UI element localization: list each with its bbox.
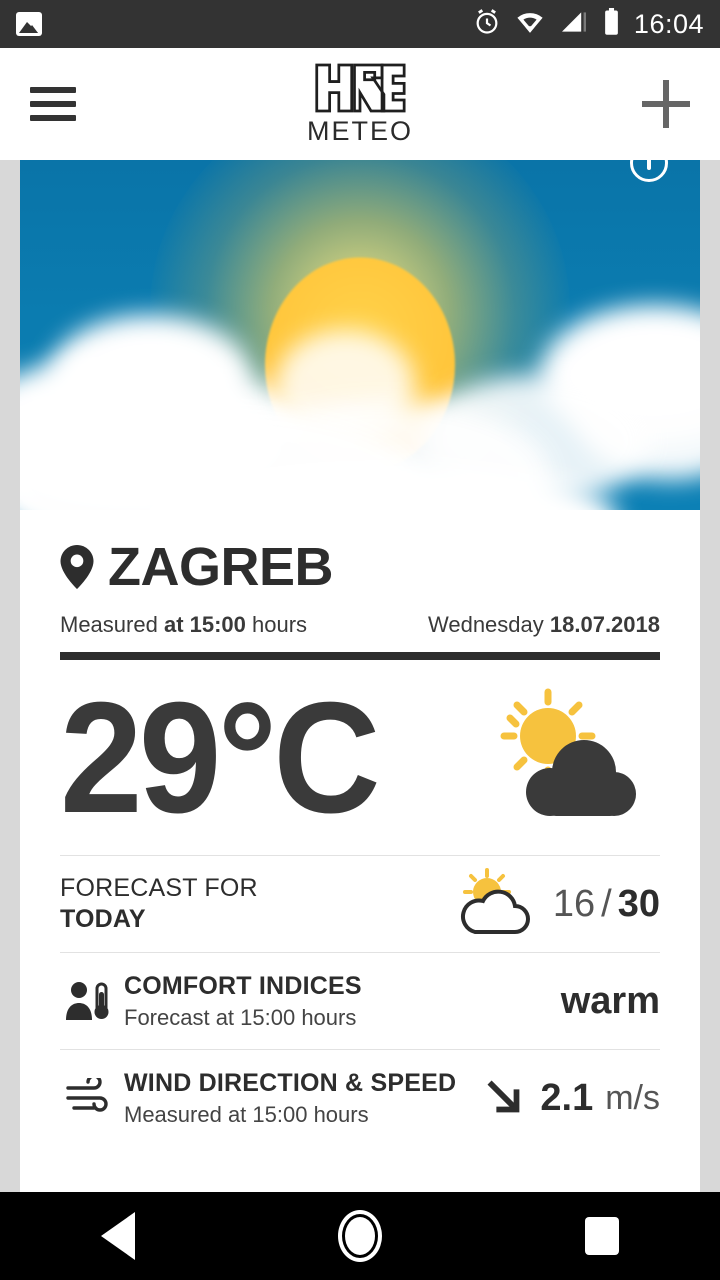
forecast-values: 16 / 30	[449, 868, 660, 940]
recents-icon[interactable]	[584, 1217, 619, 1255]
measured-time: at 15:00	[163, 612, 246, 637]
hero-image	[20, 160, 700, 510]
card-body: ZAGREB Measured at 15:00 hours Wednesday…	[20, 540, 700, 1146]
divider-thick	[60, 652, 660, 660]
sun-behind-cloud-icon	[500, 688, 636, 816]
home-icon[interactable]	[337, 1210, 382, 1262]
measured-suffix: hours	[245, 612, 308, 637]
status-bar-left	[16, 12, 42, 36]
forecast-separator: /	[601, 882, 612, 925]
comfort-labels: COMFORT INDICES Forecast at 15:00 hours	[124, 971, 362, 1031]
wind-speed: 2.1	[540, 1076, 594, 1119]
wind-value-wrap: 2.1 m/s	[482, 1075, 660, 1121]
wind-row[interactable]: WIND DIRECTION & SPEED Measured at 15:00…	[60, 1050, 660, 1146]
comfort-indices-row[interactable]: COMFORT INDICES Forecast at 15:00 hours …	[60, 953, 660, 1049]
alarm-icon	[473, 8, 501, 41]
current-temperature: 29°C	[60, 669, 381, 846]
page-title: ZAGREB	[108, 537, 334, 597]
app-logo: METEO	[307, 62, 413, 147]
wind-title: WIND DIRECTION & SPEED	[124, 1068, 457, 1097]
status-bar-right: 16:04	[473, 7, 704, 41]
status-bar: 16:04	[0, 0, 720, 48]
hamburger-bar	[30, 87, 76, 93]
forecast-label-top: FORECAST FOR	[60, 873, 258, 902]
wind-lines-icon	[60, 1078, 116, 1118]
phone-screen: 16:04 METEO ZAGREB Measured at 15:00 hou…	[0, 0, 720, 1280]
hamburger-menu-icon[interactable]	[30, 87, 76, 121]
forecast-row[interactable]: FORECAST FOR TODAY 16 / 30	[60, 856, 660, 952]
measured-prefix: Measured	[60, 612, 164, 637]
date-label: Wednesday 18.07.2018	[428, 612, 660, 638]
measurement-meta: Measured at 15:00 hours Wednesday 18.07.…	[60, 612, 660, 638]
sun-behind-cloud-outline-icon	[460, 868, 530, 934]
comfort-value-wrap: warm	[561, 980, 660, 1023]
hrt-logo-icon	[315, 63, 406, 112]
wind-subtitle: Measured at 15:00 hours	[124, 1102, 369, 1128]
location-row: ZAGREB	[60, 540, 660, 594]
status-bar-clock: 16:04	[633, 8, 704, 39]
android-nav-bar	[0, 1192, 720, 1280]
app-bar: METEO	[0, 48, 720, 160]
forecast-title: FORECAST FOR TODAY	[60, 873, 258, 936]
gallery-icon	[16, 12, 42, 36]
weather-card: ZAGREB Measured at 15:00 hours Wednesday…	[20, 160, 700, 1192]
forecast-min: 16	[552, 882, 596, 925]
wind-unit: m/s	[605, 1078, 660, 1117]
plus-icon[interactable]	[642, 80, 690, 128]
current-temperature-row: 29°C	[60, 660, 660, 855]
forecast-max: 30	[617, 882, 660, 925]
signal-icon	[559, 10, 589, 39]
wifi-icon	[515, 10, 545, 39]
info-icon[interactable]	[630, 160, 668, 182]
comfort-subtitle: Forecast at 15:00 hours	[124, 1005, 357, 1031]
app-logo-subtitle: METEO	[306, 115, 414, 146]
date: 18.07.2018	[549, 612, 660, 637]
back-icon[interactable]	[101, 1212, 136, 1260]
wind-labels: WIND DIRECTION & SPEED Measured at 15:00…	[124, 1068, 456, 1128]
arrow-down-right-icon	[487, 1080, 520, 1113]
forecast-label-bottom: TODAY	[60, 905, 146, 933]
forecast-labels: FORECAST FOR TODAY	[60, 873, 258, 936]
battery-icon	[603, 7, 620, 41]
hamburger-bar	[30, 101, 76, 107]
measured-time-label: Measured at 15:00 hours	[60, 612, 307, 638]
person-thermometer-icon	[60, 980, 116, 1022]
weekday: Wednesday	[427, 612, 550, 637]
comfort-title: COMFORT INDICES	[124, 971, 362, 1000]
comfort-value: warm	[560, 979, 660, 1022]
hamburger-bar	[30, 115, 76, 121]
location-pin-icon	[60, 545, 94, 589]
